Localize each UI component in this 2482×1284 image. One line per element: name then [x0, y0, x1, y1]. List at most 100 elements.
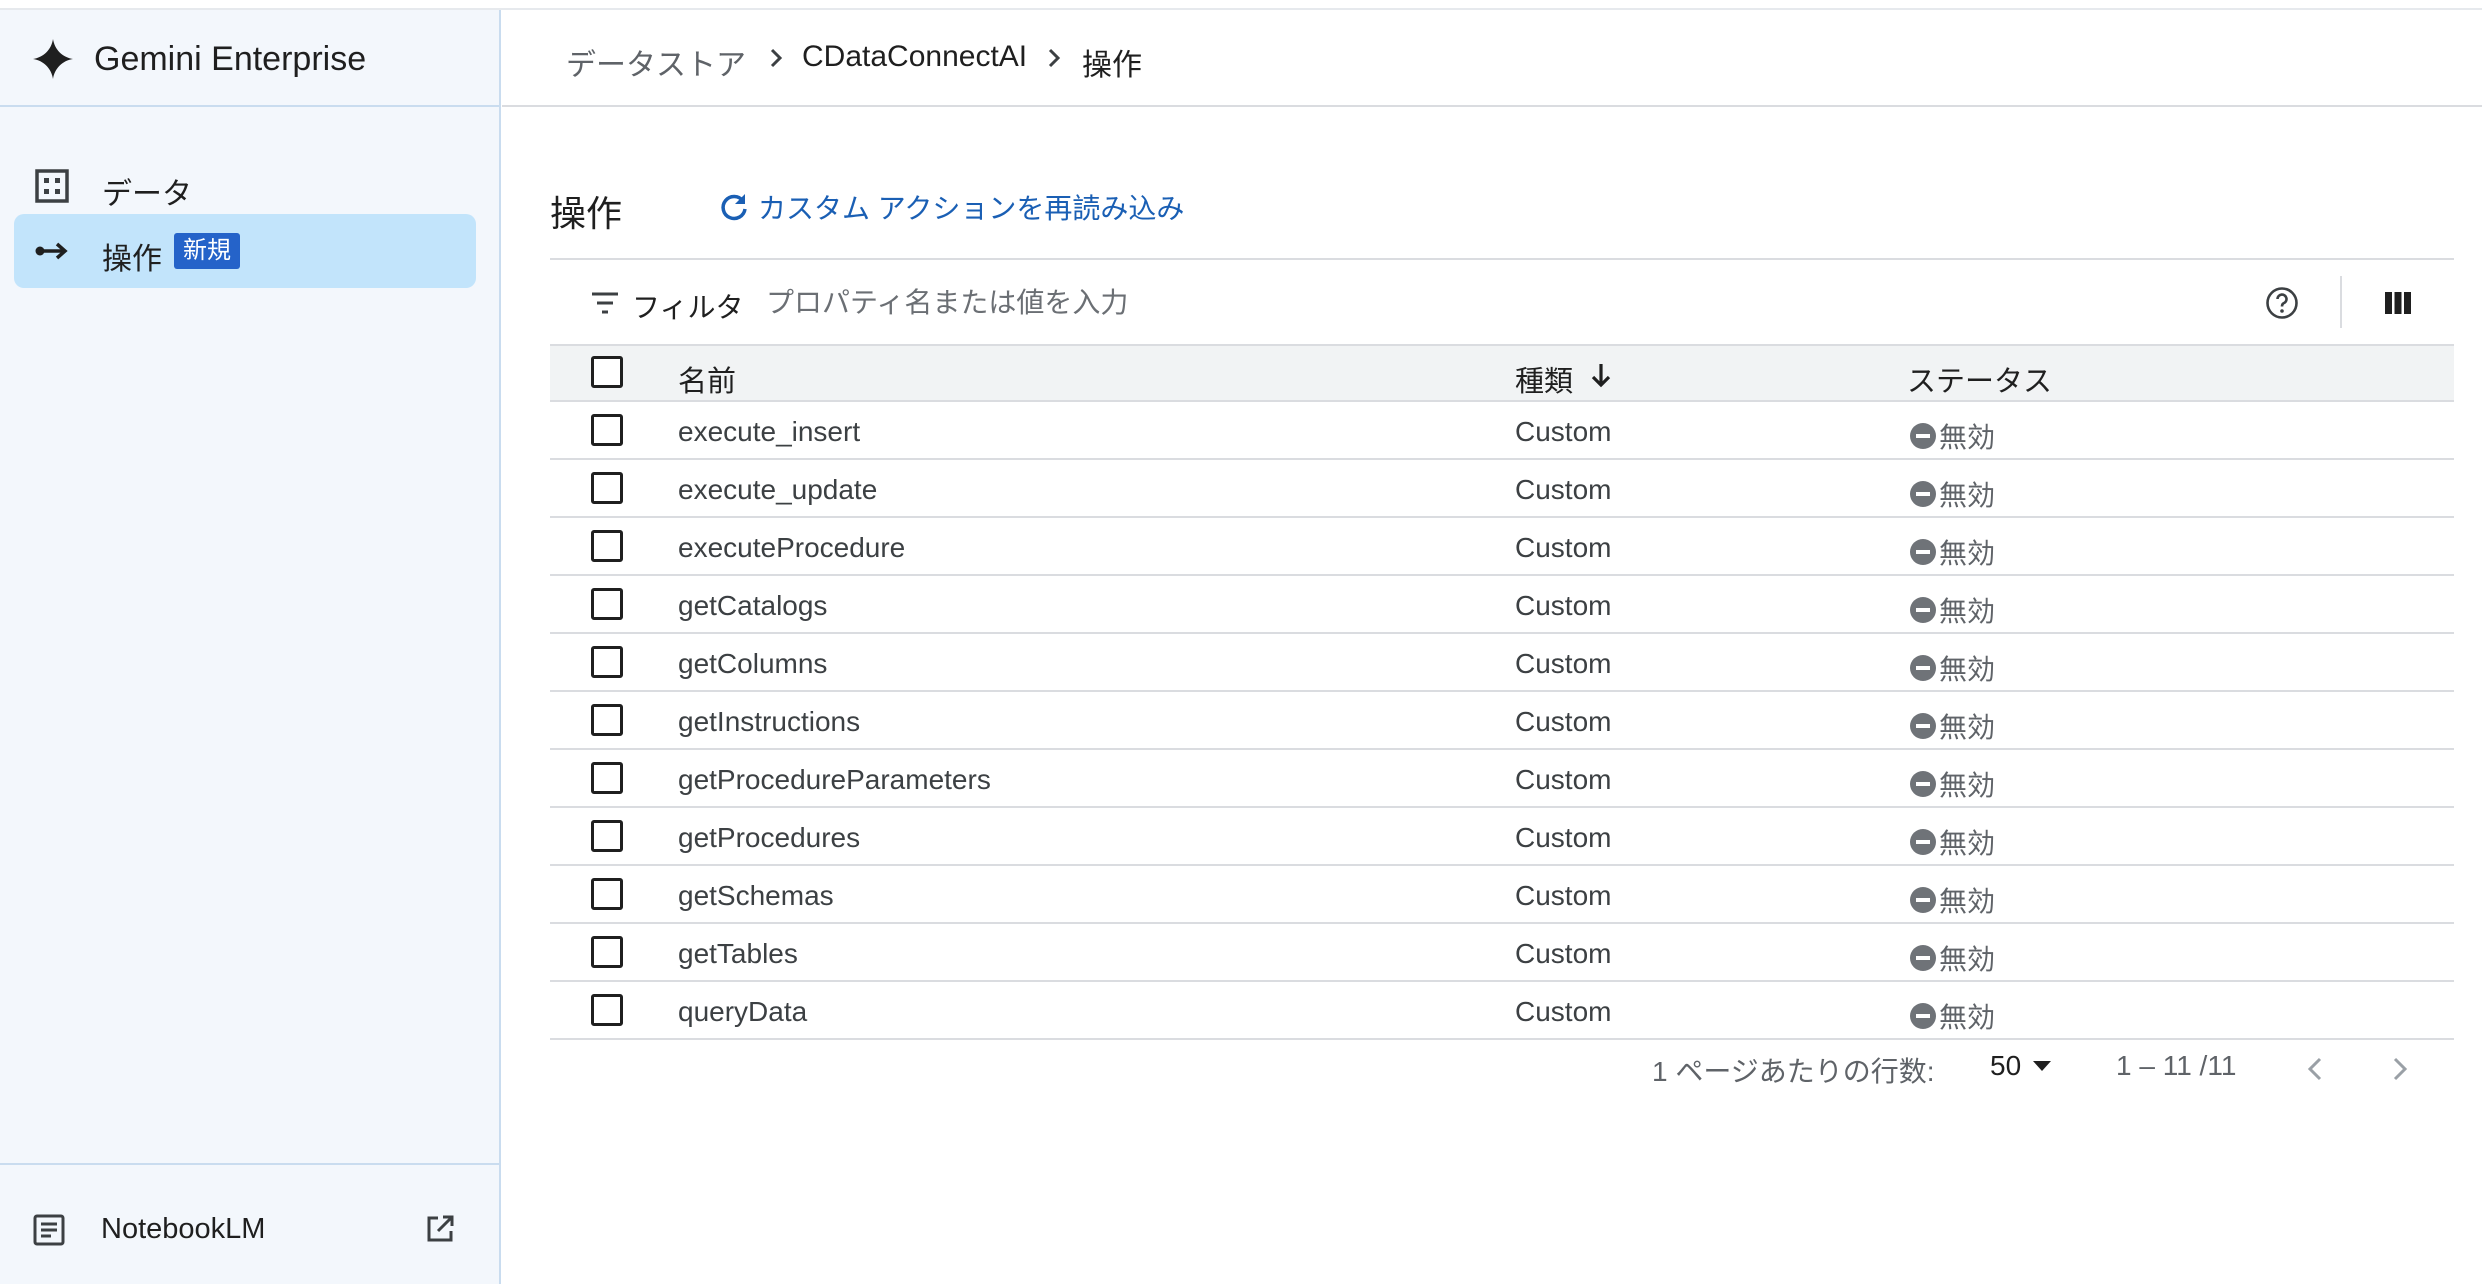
row-name: getProcedureParameters [678, 764, 991, 795]
arrow-down-icon[interactable] [1586, 360, 1616, 390]
status-badge: 無効 [1909, 880, 1995, 920]
status-text: 無効 [1939, 770, 1996, 801]
chevron-right-icon [1048, 48, 1061, 68]
rows-per-page-select[interactable]: 50 [1990, 1050, 2053, 1082]
row-checkbox[interactable] [591, 936, 623, 968]
table-row[interactable]: getTables Custom 無効 [550, 924, 2454, 982]
column-display-icon[interactable] [2382, 287, 2414, 319]
row-type: Custom [1515, 996, 1612, 1027]
disabled-status-icon [1910, 655, 1936, 681]
filter-label[interactable]: フィルタ [632, 286, 743, 326]
status-text: 無効 [1939, 596, 1996, 627]
row-name: getInstructions [678, 706, 861, 737]
row-name: getCatalogs [678, 590, 828, 621]
status-text: 無効 [1939, 828, 1996, 859]
disabled-status-icon [1910, 713, 1936, 739]
table-row[interactable]: executeProcedure Custom 無効 [550, 518, 2454, 576]
refresh-icon [721, 194, 747, 221]
status-badge: 無効 [1909, 938, 1995, 978]
status-text: 無効 [1939, 1002, 1996, 1033]
row-name: executeProcedure [678, 532, 906, 563]
row-name: execute_update [678, 474, 878, 505]
table-header: 名前 種類 ステータス [550, 344, 2454, 402]
toolbar-divider [2340, 276, 2342, 328]
status-text: 無効 [1939, 944, 1996, 975]
status-badge: 無効 [1909, 416, 1995, 456]
row-checkbox[interactable] [591, 762, 623, 794]
row-checkbox[interactable] [591, 646, 623, 678]
column-header-type[interactable]: 種類 [1515, 358, 1573, 400]
row-checkbox[interactable] [591, 820, 623, 852]
row-name: getSchemas [678, 880, 834, 911]
row-name: execute_insert [678, 416, 861, 447]
status-badge: 無効 [1909, 822, 1995, 862]
table-row[interactable]: execute_insert Custom 無効 [550, 402, 2454, 460]
new-badge: 新規 [174, 233, 240, 269]
row-checkbox[interactable] [591, 588, 623, 620]
sidebar-footer: NotebookLM [0, 1163, 499, 1284]
table-row[interactable]: getCatalogs Custom 無効 [550, 576, 2454, 634]
notebooklm-link[interactable]: NotebookLM [101, 1213, 265, 1246]
page-range: 1 – 11 /11 [2116, 1050, 2237, 1081]
disabled-status-icon [1910, 887, 1936, 913]
status-text: 無効 [1939, 422, 1996, 453]
status-badge: 無効 [1909, 648, 1995, 688]
table-row[interactable]: getProcedureParameters Custom 無効 [550, 750, 2454, 808]
disabled-status-icon [1910, 771, 1936, 797]
reload-label: カスタム アクションを再読み込み [758, 193, 1185, 224]
status-badge: 無効 [1909, 764, 1995, 804]
rows-per-page-label: 1 ページあたりの行数: [1652, 1056, 1935, 1087]
dropdown-caret-icon [2033, 1061, 2052, 1071]
row-name: queryData [678, 996, 808, 1027]
column-header-name[interactable]: 名前 [678, 358, 736, 400]
table-row[interactable]: queryData Custom 無効 [550, 982, 2454, 1040]
filter-input[interactable] [766, 278, 1966, 328]
row-checkbox[interactable] [591, 878, 623, 910]
select-all-checkbox[interactable] [591, 356, 623, 388]
row-type: Custom [1515, 474, 1612, 505]
help-icon[interactable] [2264, 285, 2300, 321]
row-type: Custom [1515, 590, 1612, 621]
reload-custom-actions-button[interactable]: カスタム アクションを再読み込み [718, 186, 1184, 228]
row-checkbox[interactable] [591, 704, 623, 736]
filter-bar: フィルタ [550, 258, 2454, 344]
previous-page-icon[interactable] [2300, 1053, 2332, 1085]
next-page-icon[interactable] [2383, 1053, 2415, 1085]
row-type: Custom [1515, 938, 1612, 969]
status-badge: 無効 [1909, 996, 1995, 1036]
disabled-status-icon [1910, 597, 1936, 623]
top-rule [0, 0, 2482, 10]
sidebar-item-data[interactable]: データ [14, 149, 476, 223]
table-row[interactable]: getColumns Custom 無効 [550, 634, 2454, 692]
row-checkbox[interactable] [591, 472, 623, 504]
brand-header[interactable]: Gemini Enterprise [0, 10, 499, 107]
row-type: Custom [1515, 822, 1612, 853]
table-row[interactable]: execute_update Custom 無効 [550, 460, 2454, 518]
column-header-status[interactable]: ステータス [1907, 358, 2052, 400]
row-checkbox[interactable] [591, 530, 623, 562]
status-badge: 無効 [1909, 590, 1995, 630]
table-row[interactable]: getSchemas Custom 無効 [550, 866, 2454, 924]
disabled-status-icon [1910, 1003, 1936, 1029]
status-badge: 無効 [1909, 474, 1995, 514]
row-type: Custom [1515, 416, 1612, 447]
breadcrumb-datastore[interactable]: データストア [566, 40, 746, 84]
disabled-status-icon [1910, 829, 1936, 855]
row-checkbox[interactable] [591, 414, 623, 446]
table-row[interactable]: getProcedures Custom 無効 [550, 808, 2454, 866]
filter-icon[interactable] [590, 290, 620, 316]
disabled-status-icon [1910, 423, 1936, 449]
status-text: 無効 [1939, 712, 1996, 743]
open-in-new-icon[interactable] [424, 1213, 456, 1245]
status-text: 無効 [1939, 654, 1996, 685]
chevron-right-icon [770, 48, 783, 68]
row-checkbox[interactable] [591, 994, 623, 1026]
sidebar-item-label: データ [102, 178, 192, 211]
breadcrumb-connection[interactable]: CDataConnectAI [802, 40, 1027, 74]
sidebar-item-operations[interactable]: 操作 新規 [14, 214, 476, 288]
row-type: Custom [1515, 880, 1612, 911]
status-badge: 無効 [1909, 706, 1995, 746]
status-text: 無効 [1939, 886, 1996, 917]
table-row[interactable]: getInstructions Custom 無効 [550, 692, 2454, 750]
row-type: Custom [1515, 648, 1612, 679]
